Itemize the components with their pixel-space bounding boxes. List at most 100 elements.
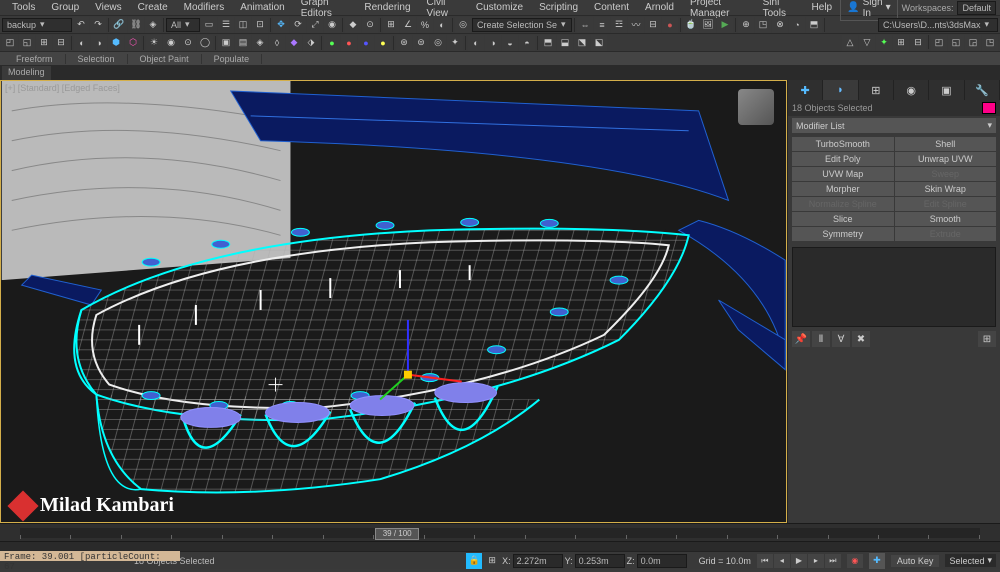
menu-help[interactable]: Help [804,2,841,13]
sec-8-icon[interactable]: ⬡ [125,35,141,51]
sec-4-icon[interactable]: ⊟ [53,35,69,51]
window-crossing-icon[interactable]: ⊡ [252,17,268,33]
menu-create[interactable]: Create [130,2,176,13]
modifier-list-dropdown[interactable]: Modifier List ▾ [792,118,996,133]
render-icon[interactable]: ▶ [717,17,733,33]
sec-11-icon[interactable]: ⊙ [180,35,196,51]
cmd-tab-display[interactable]: ▣ [929,80,964,100]
mod-symmetry[interactable]: Symmetry [792,227,894,241]
center-icon[interactable]: ⊙ [362,17,378,33]
show-end-icon[interactable]: Ⅱ [812,331,830,347]
render-frame-icon[interactable]: 🖼 [700,17,716,33]
sec-21-icon[interactable]: ● [358,35,374,51]
sec-r5-icon[interactable]: ⊟ [910,35,926,51]
ribbon-populate[interactable]: Populate [202,54,263,64]
sec-31-icon[interactable]: ⬒ [540,35,556,51]
schematic-icon[interactable]: ⊟ [645,17,661,33]
selection-filter-dropdown[interactable]: All▾ [166,18,200,32]
placement-icon[interactable]: ◉ [324,17,340,33]
redo-icon[interactable]: ↷ [90,17,106,33]
modifier-stack[interactable] [792,247,996,327]
unique-icon[interactable]: ∀ [832,331,850,347]
tab-modeling[interactable]: Modeling [2,66,52,80]
sec-r4-icon[interactable]: ⊞ [893,35,909,51]
trackbar[interactable] [0,541,1000,551]
link-icon[interactable]: 🔗 [111,17,127,33]
sec-r1-icon[interactable]: △ [842,35,858,51]
menu-views[interactable]: Views [87,2,130,13]
sec-19-icon[interactable]: ● [324,35,340,51]
sec-18-icon[interactable]: ⬗ [303,35,319,51]
sec-r6-icon[interactable]: ◰ [931,35,947,51]
angle-snap-icon[interactable]: ∠ [400,17,416,33]
object-color-swatch[interactable] [982,102,996,114]
sec-24-icon[interactable]: ⊜ [413,35,429,51]
mod-skinwrap[interactable]: Skin Wrap [895,182,997,196]
cmd-tab-utilities[interactable]: 🔧 [965,80,1000,100]
mod-slice[interactable]: Slice [792,212,894,226]
sec-34-icon[interactable]: ⬕ [591,35,607,51]
sec-3-icon[interactable]: ⊞ [36,35,52,51]
sec-r8-icon[interactable]: ◲ [965,35,981,51]
menu-modifiers[interactable]: Modifiers [176,2,233,13]
sec-25-icon[interactable]: ◎ [430,35,446,51]
material-icon[interactable]: ● [662,17,678,33]
cmd-tab-create[interactable]: ✚ [788,80,823,100]
sec-27-icon[interactable]: ◐ [468,35,484,51]
backup-dropdown[interactable]: backup▾ [2,18,72,32]
percent-snap-icon[interactable]: % [417,17,433,33]
timeline[interactable]: 39 / 100 [0,523,1000,541]
move-icon[interactable]: ✥ [273,17,289,33]
pin-stack-icon[interactable]: 📌 [792,331,810,347]
sec-20-icon[interactable]: ● [341,35,357,51]
sec-5-icon[interactable]: ◐ [74,35,90,51]
snap-icon[interactable]: ⊞ [383,17,399,33]
sec-15-icon[interactable]: ◈ [252,35,268,51]
menu-rendering[interactable]: Rendering [356,2,418,13]
misc-4-icon[interactable]: ◔ [789,17,805,33]
sec-r7-icon[interactable]: ◱ [948,35,964,51]
mod-smooth[interactable]: Smooth [895,212,997,226]
layer-icon[interactable]: ☲ [611,17,627,33]
unlink-icon[interactable]: ⛓ [128,17,144,33]
cmd-tab-hierarchy[interactable]: ⊞ [859,80,894,100]
misc-2-icon[interactable]: ◳ [755,17,771,33]
ribbon-freeform[interactable]: Freeform [4,54,66,64]
sec-r3-icon[interactable]: ✦ [876,35,892,51]
curve-editor-icon[interactable]: 〰 [628,17,644,33]
sec-23-icon[interactable]: ⊛ [396,35,412,51]
menu-customize[interactable]: Customize [468,2,531,13]
cmd-tab-motion[interactable]: ◉ [894,80,929,100]
spinner-snap-icon[interactable]: ◐ [434,17,450,33]
sec-30-icon[interactable]: ◓ [519,35,535,51]
ribbon-selection[interactable]: Selection [66,54,128,64]
sec-28-icon[interactable]: ◑ [485,35,501,51]
align-icon[interactable]: ≡ [594,17,610,33]
misc-1-icon[interactable]: ⊕ [738,17,754,33]
mod-editpoly[interactable]: Edit Poly [792,152,894,166]
mod-uvwmap[interactable]: UVW Map [792,167,894,181]
mod-shell[interactable]: Shell [895,137,997,151]
sec-10-icon[interactable]: ◉ [163,35,179,51]
project-path[interactable]: C:\Users\D...nts\3dsMax▾ [878,18,998,32]
sec-2-icon[interactable]: ◱ [19,35,35,51]
render-setup-icon[interactable]: 🍵 [683,17,699,33]
misc-5-icon[interactable]: ⬒ [806,17,822,33]
selection-set-dropdown[interactable]: Create Selection Se▾ [472,18,572,32]
menu-tools[interactable]: Tools [4,2,43,13]
sec-12-icon[interactable]: ◯ [197,35,213,51]
mod-turbosmooth[interactable]: TurboSmooth [792,137,894,151]
mod-unwrapuvw[interactable]: Unwrap UVW [895,152,997,166]
remove-mod-icon[interactable]: ✖ [852,331,870,347]
cmd-tab-modify[interactable]: ◗ [823,80,858,100]
sec-16-icon[interactable]: ◊ [269,35,285,51]
select-name-icon[interactable]: ☰ [218,17,234,33]
sec-33-icon[interactable]: ⬔ [574,35,590,51]
sec-29-icon[interactable]: ◒ [502,35,518,51]
select-region-icon[interactable]: ◫ [235,17,251,33]
bind-icon[interactable]: ◈ [145,17,161,33]
sec-17-icon[interactable]: ◆ [286,35,302,51]
menu-arnold[interactable]: Arnold [637,2,682,13]
sec-13-icon[interactable]: ▣ [218,35,234,51]
undo-icon[interactable]: ↶ [73,17,89,33]
